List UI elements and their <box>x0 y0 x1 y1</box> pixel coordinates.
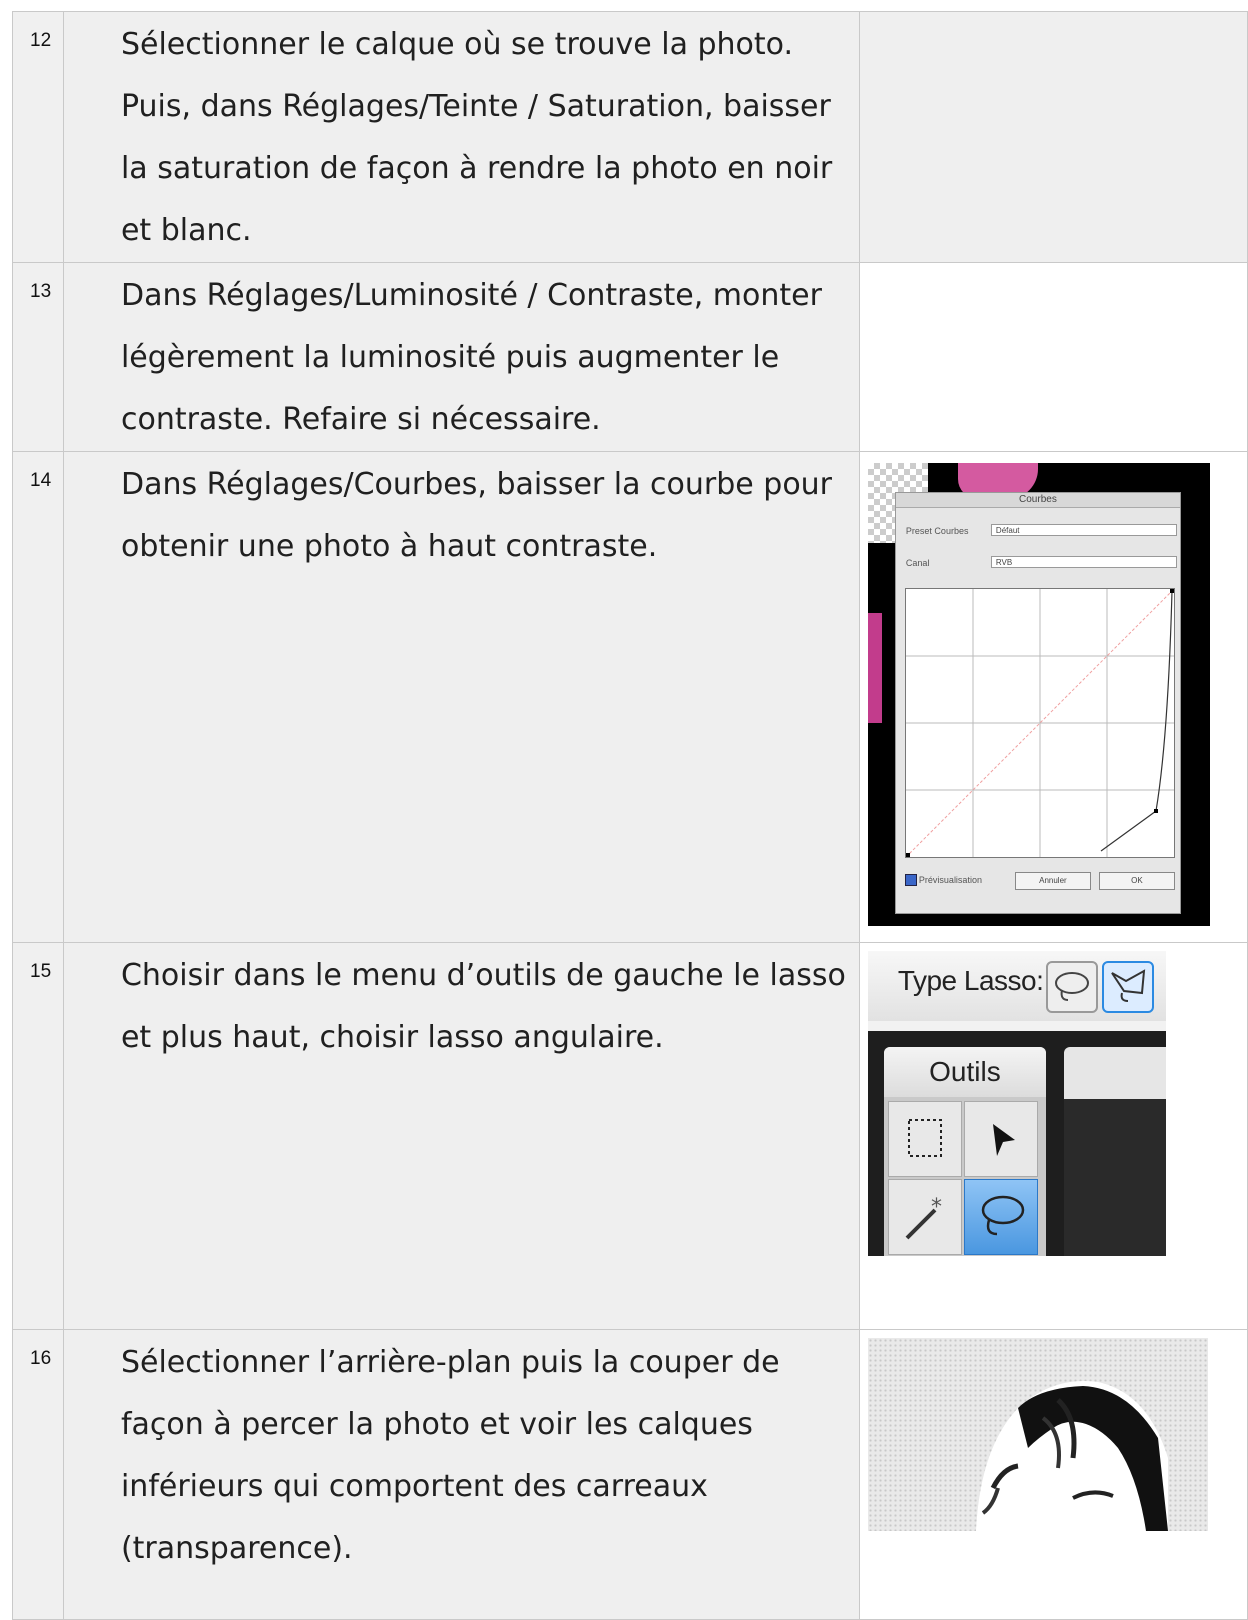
channel-value: RVB <box>995 558 1013 567</box>
preview-label: Prévisualisation <box>918 875 982 885</box>
step-number: 16 <box>12 1329 64 1620</box>
marquee-tool[interactable] <box>887 1101 962 1177</box>
lasso-tool[interactable] <box>963 1179 1038 1255</box>
pink-shape <box>867 613 882 723</box>
cancel-button[interactable]: Annuler <box>1014 872 1091 890</box>
tools-panel: Outils * <box>883 1047 1046 1256</box>
polygonal-lasso-button[interactable] <box>1101 961 1154 1013</box>
step-image-cell: Courbes Preset Courbes Défaut Canal RVB <box>858 451 1248 943</box>
curve-graph[interactable] <box>904 588 1175 858</box>
lasso-tool-screenshot: Type Lasso: Outils * <box>867 951 1166 1256</box>
dialog-title: Courbes <box>895 493 1180 508</box>
hair-illustration <box>975 1381 1168 1531</box>
preview-checkbox[interactable] <box>904 874 917 886</box>
step-number: 15 <box>12 942 64 1330</box>
step-row-16: 16 Sélectionner l’arrière-plan puis la c… <box>12 1329 1248 1620</box>
step-number: 12 <box>12 11 64 263</box>
document-page: 12 Sélectionner le calque où se trouve l… <box>0 0 1248 1620</box>
step-row-14: 14 Dans Réglages/Courbes, baisser la cou… <box>12 451 1248 943</box>
step-image-cell <box>858 1329 1248 1620</box>
ok-button[interactable]: OK <box>1098 872 1175 890</box>
step-row-15: 15 Choisir dans le menu d’outils de gauc… <box>12 942 1248 1330</box>
channel-label: Canal <box>905 558 930 568</box>
arrow-icon <box>992 1124 1015 1156</box>
canvas-panel <box>1063 1047 1166 1256</box>
magic-wand-icon: * <box>905 1195 942 1240</box>
step-text: Sélectionner le calque où se trouve la p… <box>62 11 860 263</box>
steps-table: 12 Sélectionner le calque où se trouve l… <box>12 11 1248 1620</box>
preset-value: Défaut <box>995 526 1020 535</box>
lasso-options-bar: Type Lasso: <box>867 951 1166 1021</box>
curves-dialog: Courbes Preset Courbes Défaut Canal RVB <box>894 492 1181 914</box>
step-text: Sélectionner l’arrière-plan puis la coup… <box>62 1329 860 1620</box>
step-text: Choisir dans le menu d’outils de gauche … <box>62 942 860 1330</box>
freehand-lasso-button[interactable] <box>1045 961 1098 1013</box>
step-row-13: 13 Dans Réglages/Luminosité / Contraste,… <box>12 262 1248 452</box>
lasso-type-label: Type Lasso: <box>897 965 1044 996</box>
preset-select[interactable]: Défaut <box>990 524 1177 536</box>
step-image-cell: Type Lasso: Outils * <box>858 942 1248 1330</box>
marquee-icon <box>907 1119 942 1157</box>
tools-title: Outils <box>883 1047 1046 1097</box>
preset-label: Preset Courbes <box>905 526 969 536</box>
step-row-12: 12 Sélectionner le calque où se trouve l… <box>12 11 1248 263</box>
cutout-photo <box>867 1338 1208 1531</box>
svg-text:*: * <box>931 1195 942 1220</box>
step-image-cell <box>858 11 1248 263</box>
polygonal-lasso-icon <box>1111 969 1146 1002</box>
step-number: 13 <box>12 262 64 452</box>
curves-dialog-screenshot: Courbes Preset Courbes Défaut Canal RVB <box>867 463 1210 926</box>
move-tool[interactable] <box>963 1101 1038 1177</box>
step-number: 14 <box>12 451 64 943</box>
lasso-icon <box>981 1195 1025 1236</box>
curve-graph-svg <box>905 588 1175 858</box>
channel-select[interactable]: RVB <box>990 556 1177 568</box>
step-image-cell <box>858 262 1248 452</box>
lasso-icon <box>1054 972 1089 1001</box>
step-text: Dans Réglages/Courbes, baisser la courbe… <box>62 451 860 943</box>
magic-wand-tool[interactable]: * <box>887 1179 962 1255</box>
step-text: Dans Réglages/Luminosité / Contraste, mo… <box>62 262 860 452</box>
